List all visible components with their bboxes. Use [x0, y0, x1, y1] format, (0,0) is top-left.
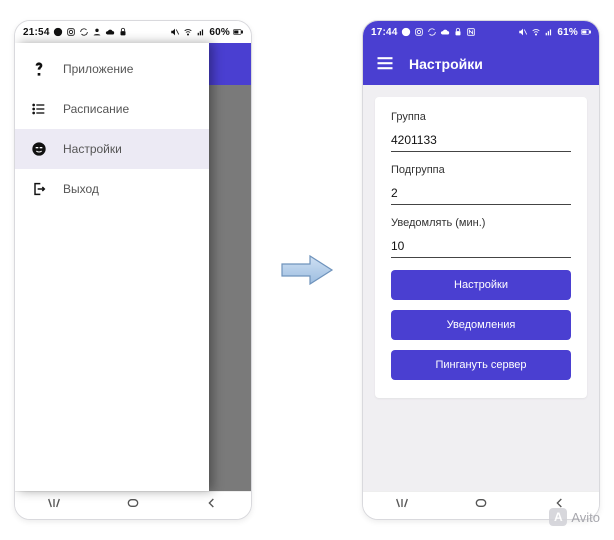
status-battery: 61% — [557, 27, 578, 38]
face-icon — [29, 141, 49, 157]
subgroup-input[interactable]: 2 — [391, 186, 571, 205]
wifi-icon — [183, 27, 193, 37]
settings-screen: Группа 4201133 Подгруппа 2 Уведомлять (м… — [363, 85, 599, 491]
field-label: Уведомлять (мин.) — [391, 217, 571, 229]
list-icon — [29, 101, 49, 117]
lock-icon — [118, 27, 128, 37]
notify-input[interactable]: 10 — [391, 239, 571, 258]
sync-icon — [79, 27, 89, 37]
battery-icon — [581, 27, 591, 37]
status-time: 21:54 — [23, 27, 50, 38]
nav-drawer: Приложение Расписание Настройки — [15, 43, 209, 491]
phone-right: 17:44 61% Настройки — [362, 20, 600, 520]
whatsapp-icon — [53, 27, 63, 37]
drawer-item-exit[interactable]: Выход — [15, 169, 209, 209]
cloud-icon — [105, 27, 115, 37]
signal-icon — [544, 27, 554, 37]
field-subgroup: Подгруппа 2 — [391, 164, 571, 205]
settings-card: Группа 4201133 Подгруппа 2 Уведомлять (м… — [375, 97, 587, 398]
field-label: Подгруппа — [391, 164, 571, 176]
drawer-item-settings[interactable]: Настройки — [15, 129, 209, 169]
drawer-item-label: Выход — [63, 182, 99, 196]
drawer-item-label: Настройки — [63, 142, 122, 156]
wifi-icon — [531, 27, 541, 37]
mute-icon — [170, 27, 180, 37]
field-notify: Уведомлять (мин.) 10 — [391, 217, 571, 258]
transition-arrow — [280, 253, 334, 287]
instagram-icon — [66, 27, 76, 37]
watermark-text: Avito — [571, 510, 600, 525]
status-battery: 60% — [209, 27, 230, 38]
notifications-button[interactable]: Уведомления — [391, 310, 571, 340]
cloud-icon — [440, 27, 450, 37]
drawer-item-schedule[interactable]: Расписание — [15, 89, 209, 129]
nav-home[interactable] — [125, 495, 141, 516]
avito-logo-icon: A — [549, 508, 567, 526]
help-icon — [29, 61, 49, 77]
status-bar: 21:54 60% — [15, 21, 251, 43]
ping-server-button[interactable]: Пингануть сервер — [391, 350, 571, 380]
appbar-title: Настройки — [409, 56, 483, 72]
battery-icon — [233, 27, 243, 37]
mute-icon — [518, 27, 528, 37]
signal-icon — [196, 27, 206, 37]
screen-drawer: Приложение Расписание Настройки — [15, 43, 251, 491]
app-bar: Настройки — [363, 43, 599, 85]
sync-icon — [427, 27, 437, 37]
field-label: Группа — [391, 111, 571, 123]
settings-button[interactable]: Настройки — [391, 270, 571, 300]
logout-icon — [29, 181, 49, 197]
nfc-icon — [466, 27, 476, 37]
nav-recent[interactable] — [394, 495, 410, 516]
account-icon — [92, 27, 102, 37]
drawer-item-label: Расписание — [63, 102, 129, 116]
status-time: 17:44 — [371, 27, 398, 38]
lock-icon — [453, 27, 463, 37]
instagram-icon — [414, 27, 424, 37]
drawer-item-app[interactable]: Приложение — [15, 49, 209, 89]
watermark: A Avito — [549, 508, 600, 526]
status-bar: 17:44 61% — [363, 21, 599, 43]
drawer-item-label: Приложение — [63, 62, 133, 76]
whatsapp-icon — [401, 27, 411, 37]
field-group: Группа 4201133 — [391, 111, 571, 152]
menu-icon[interactable] — [375, 53, 395, 76]
android-navbar — [15, 491, 251, 519]
phone-left: 21:54 60% — [14, 20, 252, 520]
nav-back[interactable] — [204, 495, 220, 516]
nav-home[interactable] — [473, 495, 489, 516]
group-input[interactable]: 4201133 — [391, 133, 571, 152]
nav-recent[interactable] — [46, 495, 62, 516]
